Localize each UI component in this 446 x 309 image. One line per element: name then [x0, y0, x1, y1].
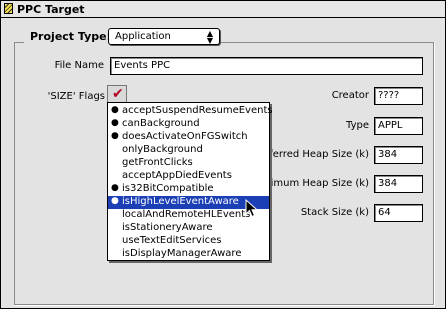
menu-item-does-activate[interactable]: ● doesActivateOnFGSwitch: [108, 131, 269, 144]
stack-size-field[interactable]: 64: [374, 204, 423, 222]
project-type-popup[interactable]: Application ▲ ▼: [108, 28, 220, 45]
preferred-heap-label: ferred Heap Size (k): [269, 149, 369, 160]
menu-item-32bit-compatible[interactable]: ● is32BitCompatible: [108, 183, 269, 196]
type-field[interactable]: APPL: [374, 117, 423, 135]
project-type-value: Application: [115, 31, 171, 42]
bullet-icon: ●: [111, 105, 119, 115]
menu-item-can-background[interactable]: ● canBackground: [108, 118, 269, 131]
menu-item-get-front-clicks[interactable]: getFrontClicks: [108, 157, 269, 170]
menu-item-accept-app-died[interactable]: acceptAppDiedEvents: [108, 170, 269, 183]
minimum-heap-field[interactable]: 384: [374, 175, 423, 193]
bullet-icon: ●: [111, 183, 119, 193]
type-label: Type: [346, 120, 369, 131]
file-name-label: File Name: [54, 60, 104, 71]
creator-field[interactable]: ????: [374, 87, 423, 105]
minimum-heap-label: imum Heap Size (k): [270, 178, 369, 189]
arrow-cursor-icon: [245, 199, 259, 218]
close-box[interactable]: [4, 3, 13, 14]
menu-item-display-manager-aware[interactable]: isDisplayManagerAware: [108, 248, 269, 261]
creator-label: Creator: [331, 90, 369, 101]
bullet-icon: ●: [111, 196, 119, 206]
ppc-target-window: PPC Target Project Type: Application ▲ ▼ …: [0, 0, 446, 309]
project-type-label: Project Type:: [24, 30, 117, 43]
size-flags-label: 'SIZE' Flags: [47, 91, 105, 102]
window-title: PPC Target: [17, 3, 85, 16]
preferred-heap-field[interactable]: 384: [374, 146, 423, 164]
file-name-field[interactable]: Events PPC: [110, 57, 423, 75]
menu-item-stationery-aware[interactable]: isStationeryAware: [108, 222, 269, 235]
menu-item-only-background[interactable]: onlyBackground: [108, 144, 269, 157]
size-flags-menu: ● acceptSuspendResumeEvents ● canBackgroun…: [107, 102, 273, 261]
window-content: Project Type: Application ▲ ▼ File Name E…: [2, 19, 444, 308]
menu-item-accept-suspend-resume[interactable]: ● acceptSuspendResumeEvents: [108, 105, 273, 118]
title-bar[interactable]: PPC Target: [1, 1, 445, 18]
bullet-icon: ●: [111, 131, 119, 141]
menu-item-text-edit-services[interactable]: useTextEditServices: [108, 235, 269, 248]
bullet-icon: ●: [111, 118, 119, 128]
check-mark-icon: ✔: [112, 86, 124, 102]
popup-arrows-icon: ▲ ▼: [206, 29, 213, 45]
stack-size-label: Stack Size (k): [300, 207, 369, 218]
